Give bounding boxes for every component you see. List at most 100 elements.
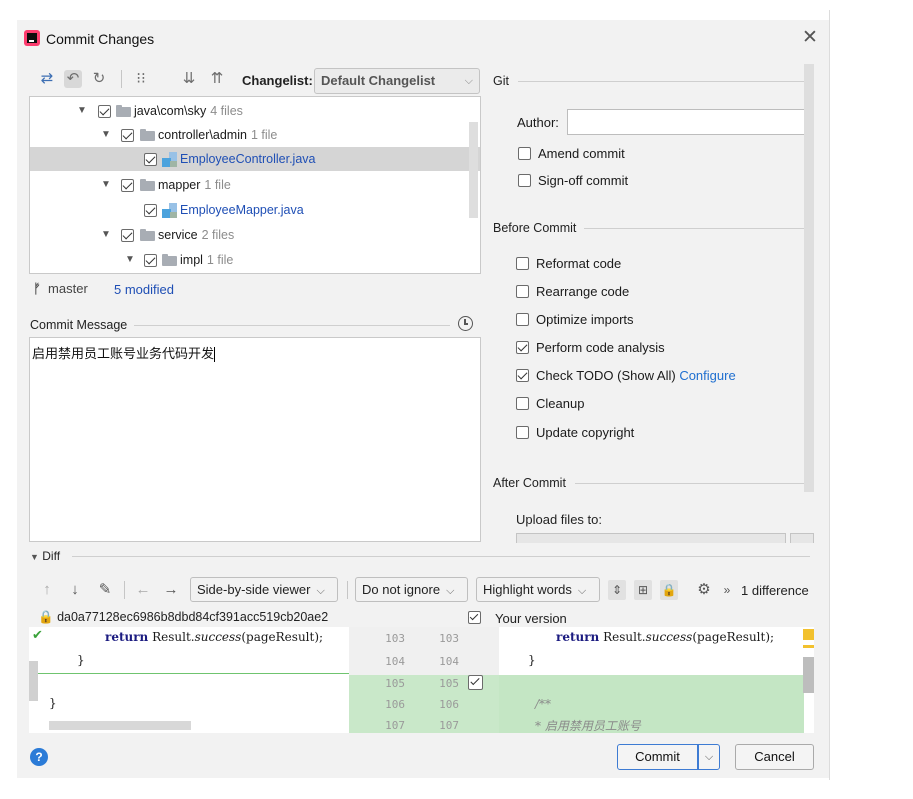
- after-commit-label: After Commit: [493, 476, 566, 490]
- chevron-down-icon[interactable]: ▼: [100, 173, 112, 197]
- difference-count: 1 difference: [741, 583, 809, 598]
- before-commit-label: Before Commit: [493, 221, 577, 235]
- lock-icon[interactable]: 🔒: [660, 580, 678, 600]
- tree-row[interactable]: ▼ java\com\sky 4 files: [30, 99, 470, 123]
- checkbox[interactable]: [144, 153, 157, 166]
- edit-source-icon[interactable]: ✎: [96, 580, 114, 600]
- chevron-down-icon[interactable]: ▼: [100, 123, 112, 147]
- modified-count-link[interactable]: 5 modified: [114, 282, 174, 297]
- checkbox[interactable]: [516, 397, 529, 410]
- left-line-104: }: [77, 653, 85, 667]
- upload-files-label: Upload files to:: [516, 512, 602, 527]
- history-icon[interactable]: [458, 316, 473, 331]
- changes-tree[interactable]: ▼ java\com\sky 4 files ▼ controller\admin…: [29, 96, 481, 274]
- rollback-icon[interactable]: ↶: [64, 70, 82, 88]
- cancel-button[interactable]: Cancel: [735, 744, 814, 770]
- options-scrollbar[interactable]: [804, 64, 814, 492]
- expand-all-icon[interactable]: ⇊: [180, 70, 198, 88]
- chevron-down-icon[interactable]: ▼: [124, 248, 136, 272]
- git-section-label: Git: [493, 74, 509, 88]
- left-line-number: 104: [385, 655, 405, 668]
- diff-toggle[interactable]: ▼ Diff: [30, 549, 60, 563]
- commit-button[interactable]: Commit: [617, 744, 698, 770]
- next-difference-icon[interactable]: ↓: [66, 580, 84, 600]
- left-line-103: return Result.success(pageResult);: [105, 630, 324, 644]
- changelist-dropdown[interactable]: Default Changelist ⌵: [314, 68, 480, 94]
- checkbox[interactable]: [98, 105, 111, 118]
- chevron-down-icon: ⌵: [577, 585, 587, 597]
- checkbox[interactable]: [516, 426, 529, 439]
- next-file-icon[interactable]: →: [162, 580, 180, 600]
- author-input[interactable]: [567, 109, 812, 135]
- branch-indicator[interactable]: ᚠ master: [33, 281, 88, 296]
- tree-row[interactable]: ▼ impl 1 file: [30, 248, 470, 272]
- close-icon[interactable]: ✕: [800, 28, 820, 48]
- settings-gear-icon[interactable]: ⚙: [695, 580, 713, 600]
- right-line-number: 105: [439, 677, 459, 690]
- checkbox[interactable]: [516, 257, 529, 270]
- group-by-icon[interactable]: ⁝⁝: [132, 70, 150, 88]
- text-caret: [214, 347, 216, 362]
- horizontal-scrollbar[interactable]: [49, 721, 191, 730]
- chevron-down-icon: ⌵: [464, 75, 473, 87]
- previous-file-icon[interactable]: ←: [134, 580, 152, 600]
- checkbox[interactable]: [518, 174, 531, 187]
- checkbox[interactable]: [516, 341, 529, 354]
- configure-link[interactable]: Configure: [679, 368, 735, 383]
- chevron-down-icon[interactable]: ▼: [76, 99, 88, 123]
- right-scrollbar[interactable]: [803, 657, 814, 693]
- divider: [584, 228, 808, 229]
- checkbox[interactable]: [144, 254, 157, 267]
- warning-marker[interactable]: [803, 629, 814, 640]
- lock-icon: 🔒: [38, 610, 54, 624]
- left-line-number: 107: [385, 719, 405, 732]
- viewer-dropdown[interactable]: Side-by-side viewer ⌵: [190, 577, 338, 602]
- show-diff-icon[interactable]: ⇄: [38, 70, 56, 88]
- toolbar-separator: [121, 70, 122, 88]
- collapse-unchanged-icon[interactable]: ⇕: [608, 580, 626, 600]
- right-line-number: 107: [439, 719, 459, 732]
- chevron-down-icon: ⌵: [446, 585, 455, 597]
- left-line-number: 106: [385, 698, 405, 711]
- checkbox[interactable]: [121, 129, 134, 142]
- branch-icon: ᚠ: [33, 281, 41, 296]
- tree-scrollbar[interactable]: [469, 122, 478, 218]
- ignore-whitespace-dropdown[interactable]: Do not ignore ⌵: [355, 577, 468, 602]
- tree-row[interactable]: ▼ controller\admin 1 file: [30, 123, 470, 147]
- tree-row[interactable]: ▼ mapper 1 file: [30, 173, 470, 197]
- collapse-all-icon[interactable]: ⇈: [208, 70, 226, 88]
- checkbox[interactable]: [121, 229, 134, 242]
- window-border: [829, 10, 830, 780]
- checkbox[interactable]: [121, 179, 134, 192]
- tree-row[interactable]: EmployeeMapper.java: [30, 198, 470, 222]
- left-scrollbar[interactable]: [29, 661, 38, 701]
- upload-configure-button[interactable]: [790, 533, 814, 543]
- refresh-icon[interactable]: ↻: [90, 70, 108, 88]
- highlight-dropdown[interactable]: Highlight words ⌵: [476, 577, 600, 602]
- folder-icon: [140, 179, 155, 191]
- right-line-104: }: [528, 653, 536, 667]
- intellij-logo-icon: [24, 30, 40, 46]
- chevron-down-icon[interactable]: ▼: [100, 223, 112, 247]
- diff-editor[interactable]: ✔ return Result.success(pageResult); } }…: [29, 627, 814, 733]
- folder-icon: [140, 129, 155, 141]
- tree-row[interactable]: ▼ service 2 files: [30, 223, 470, 247]
- help-icon[interactable]: ?: [30, 748, 48, 766]
- folder-icon: [162, 254, 177, 266]
- previous-difference-icon[interactable]: ↑: [38, 580, 56, 600]
- sync-scroll-icon[interactable]: ⊞: [634, 580, 652, 600]
- more-actions-icon[interactable]: »: [718, 580, 736, 600]
- checkbox[interactable]: [516, 285, 529, 298]
- left-revision-header: 🔒 da0a77128ec6986b8dbd84cf391acc519cb20a…: [38, 610, 329, 624]
- upload-target-dropdown[interactable]: [516, 533, 786, 543]
- checkbox[interactable]: [516, 313, 529, 326]
- commit-options-chevron-icon[interactable]: ⌵: [698, 744, 720, 770]
- checkbox[interactable]: [518, 147, 531, 160]
- checkbox[interactable]: [144, 204, 157, 217]
- checkbox[interactable]: [516, 369, 529, 382]
- commit-message-textarea[interactable]: 启用禁用员工账号业务代码开发: [29, 337, 481, 542]
- tree-row-selected[interactable]: EmployeeController.java: [30, 147, 480, 171]
- right-line-103: return Result.success(pageResult);: [556, 630, 775, 644]
- tree-label: EmployeeMapper.java: [180, 203, 304, 217]
- commit-message-text: 启用禁用员工账号业务代码开发: [32, 347, 215, 362]
